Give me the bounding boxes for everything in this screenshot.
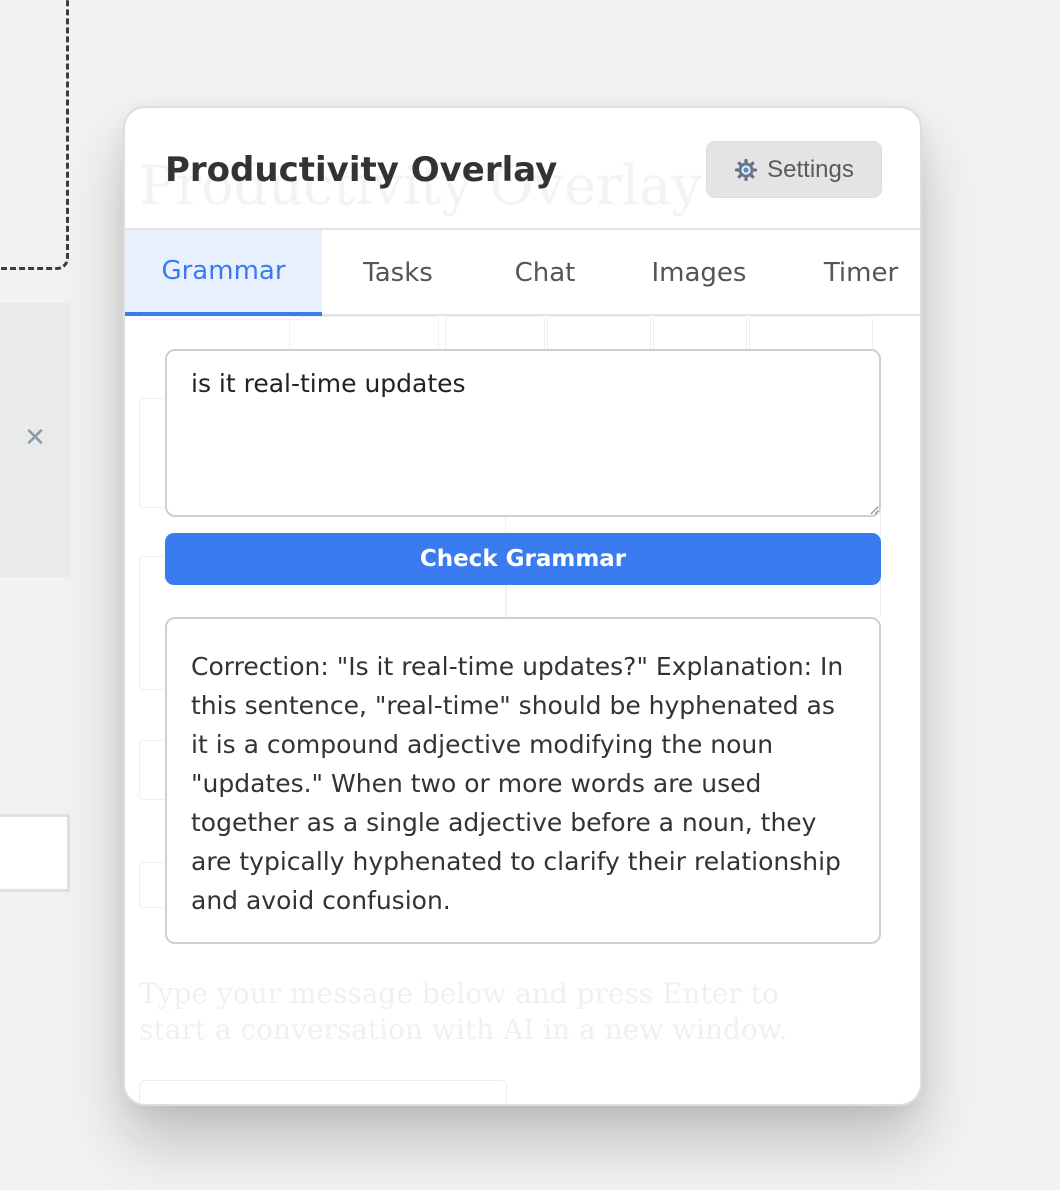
tab-label: Images — [651, 258, 747, 288]
ghost-message-input — [139, 1080, 507, 1104]
check-grammar-button[interactable]: Check Grammar — [165, 533, 881, 585]
tab-label: Timer — [823, 258, 899, 288]
background-input-field[interactable] — [0, 814, 70, 892]
overlay-header: Productivity Overlay Settings — [125, 108, 920, 230]
tab-chat[interactable]: Chat — [474, 230, 616, 316]
tab-timer[interactable]: Timer — [782, 230, 920, 316]
productivity-overlay: Productivity Overlay Type your message b… — [123, 106, 922, 1106]
close-icon[interactable]: ✕ — [22, 422, 48, 454]
settings-button[interactable]: Settings — [706, 141, 882, 198]
tab-grammar[interactable]: Grammar — [125, 230, 322, 316]
tab-tasks[interactable]: Tasks — [322, 230, 474, 316]
ghost-instructions: Type your message below and press Enter … — [139, 977, 788, 1046]
tab-label: Tasks — [363, 258, 433, 288]
screen: ✕ Productivity Overlay Type your message… — [0, 0, 1060, 1190]
grammar-result: Correction: "Is it real-time updates?" E… — [165, 617, 881, 944]
dashed-drop-zone — [0, 0, 69, 270]
tab-bar: Grammar Tasks Chat Images Timer — [125, 230, 920, 316]
settings-label: Settings — [767, 155, 854, 183]
tab-label: Chat — [514, 258, 576, 288]
app-title: Productivity Overlay — [165, 150, 558, 190]
grammar-input[interactable]: is it real-time updates — [165, 349, 881, 517]
gear-icon — [734, 158, 758, 182]
tab-label: Grammar — [161, 256, 286, 286]
tab-images[interactable]: Images — [616, 230, 782, 316]
